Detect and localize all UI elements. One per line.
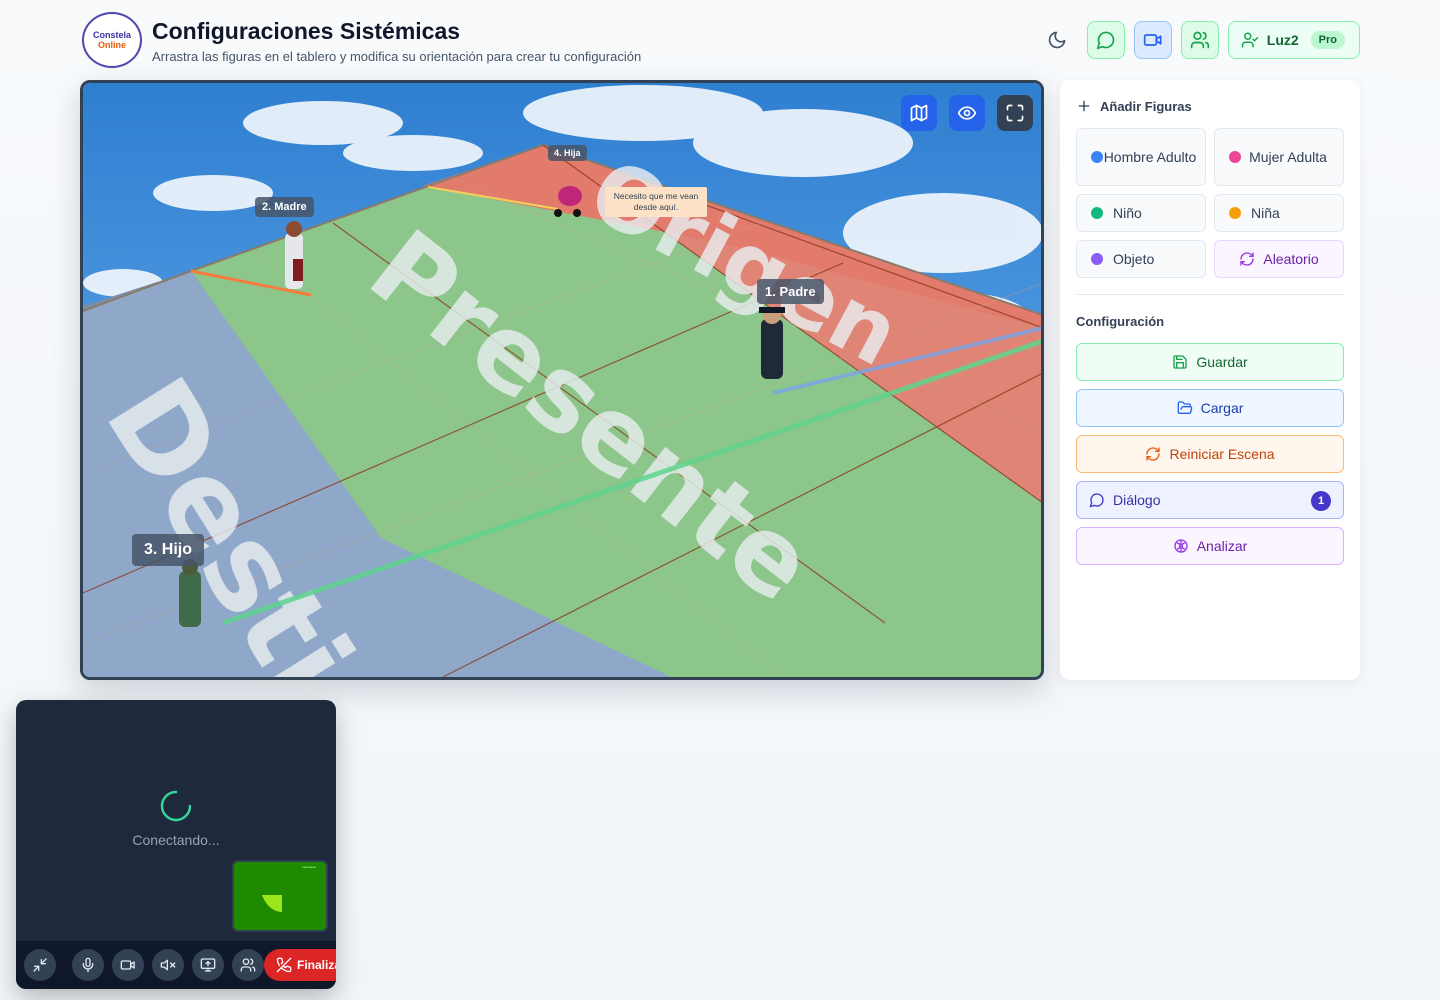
scene-canvas: Origen Presente Destino [83, 83, 1041, 677]
configuration-heading: Configuración [1076, 314, 1164, 329]
page-title: Configuraciones Sistémicas [152, 18, 461, 44]
figure-label-padre: 1. Padre [757, 279, 824, 304]
end-call-label: Finalizar [297, 958, 336, 972]
add-figures-title: Añadir Figuras [1100, 98, 1192, 114]
analyze-label: Analizar [1196, 538, 1248, 554]
user-menu-button[interactable]: Luz2 Pro [1227, 21, 1360, 59]
call-controls-bar: Finalizar [16, 941, 336, 989]
add-nina-button[interactable]: Niña [1214, 194, 1344, 232]
participants-button[interactable] [1180, 21, 1219, 59]
figure-label: Niña [1251, 205, 1280, 221]
minimize-call-button[interactable] [24, 949, 56, 981]
figure-label-hijo: 3. Hijo [132, 534, 205, 566]
random-figure-button[interactable]: Aleatorio [1214, 240, 1344, 278]
figure-label: Objeto [1113, 251, 1155, 267]
call-participants-button[interactable] [232, 949, 264, 981]
dialog-button[interactable]: Diálogo 1 [1076, 481, 1344, 519]
self-view-overlay: •••••••• [301, 865, 316, 871]
figure-label: Niño [1113, 205, 1142, 221]
video-call-widget: Conectando... •••••••• Finalizar [16, 700, 336, 989]
add-objeto-button[interactable]: Objeto [1076, 240, 1206, 278]
dark-mode-toggle[interactable] [1044, 27, 1070, 53]
refresh-icon [1240, 252, 1255, 266]
figure-label-hija: 4. Hija [548, 145, 587, 161]
green-dot-icon [1091, 207, 1103, 219]
self-view-video[interactable]: •••••••• [232, 860, 328, 932]
figure-label: Hombre Adulto [1103, 149, 1197, 165]
fullscreen-button[interactable] [997, 95, 1033, 131]
microphone-button[interactable] [72, 949, 104, 981]
video-camera-icon [120, 960, 135, 970]
phone-off-icon [276, 957, 292, 973]
load-button[interactable]: Cargar [1076, 389, 1344, 427]
eye-icon [957, 106, 977, 120]
header-actions: Luz2 Pro [1044, 21, 1360, 59]
save-button[interactable]: Guardar [1076, 343, 1344, 381]
app-header: Constela Online Configuraciones Sistémic… [80, 12, 1360, 70]
moon-icon [1048, 31, 1066, 49]
dialog-label: Diálogo [1113, 492, 1161, 508]
call-status: Conectando... [132, 832, 220, 848]
configuration-title: Configuración [1076, 314, 1165, 329]
video-call-button[interactable] [1133, 21, 1172, 59]
user-name: Luz2 [1266, 32, 1299, 48]
user-check-icon [1241, 32, 1259, 48]
brain-icon [1174, 539, 1188, 553]
app-logo[interactable]: Constela Online [82, 12, 142, 68]
reset-label: Reiniciar Escena [1169, 446, 1275, 462]
camera-button[interactable] [112, 949, 144, 981]
plan-badge: Pro [1310, 31, 1345, 49]
users-icon [1190, 31, 1209, 49]
add-hombre-adulto-button[interactable]: Hombre Adulto [1076, 128, 1206, 186]
speech-bubble: Necesito que me vean desde aquí. [605, 187, 707, 217]
scene-viewport[interactable]: Origen Presente Destino 1. Padre 2. Madr… [80, 80, 1044, 680]
page-subtitle: Arrastra las figuras en el tablero y mod… [152, 49, 642, 64]
save-icon [1173, 355, 1187, 369]
reset-scene-button[interactable]: Reiniciar Escena [1076, 435, 1344, 473]
screen-share-button[interactable] [192, 949, 224, 981]
microphone-icon [82, 957, 94, 973]
pink-dot-icon [1229, 151, 1241, 163]
refresh-icon [1146, 447, 1161, 461]
orange-dot-icon [1229, 207, 1241, 219]
end-call-button[interactable]: Finalizar [264, 949, 336, 981]
users-icon [240, 958, 256, 972]
speaker-mute-button[interactable] [152, 949, 184, 981]
section-divider [1076, 294, 1344, 295]
plus-icon [1078, 100, 1090, 112]
screen-share-icon [200, 958, 216, 972]
folder-open-icon [1177, 401, 1192, 415]
analyze-button[interactable]: Analizar [1076, 527, 1344, 565]
map-icon [910, 104, 928, 122]
figure-label-madre: 2. Madre [255, 197, 314, 217]
tools-panel: Añadir Figuras Hombre Adulto Mujer Adult… [1060, 80, 1360, 680]
speaker-muted-icon [160, 959, 176, 971]
figure-label: Mujer Adulta [1249, 149, 1327, 165]
add-mujer-adulta-button[interactable]: Mujer Adulta [1214, 128, 1344, 186]
video-camera-icon [1143, 34, 1162, 46]
visibility-button[interactable] [949, 95, 985, 131]
chat-icon [1089, 493, 1104, 508]
self-view-shape [262, 895, 282, 912]
chat-button[interactable] [1086, 21, 1125, 59]
add-figures-heading: Añadir Figuras [1076, 98, 1192, 114]
logo-text-bottom: Online [97, 40, 126, 50]
map-view-button[interactable] [901, 95, 937, 131]
random-label: Aleatorio [1263, 251, 1319, 267]
logo-text-top: Constela [92, 30, 131, 40]
blue-dot-icon [1091, 151, 1103, 163]
loading-spinner-icon [160, 790, 192, 822]
add-nino-button[interactable]: Niño [1076, 194, 1206, 232]
chat-icon [1096, 31, 1115, 50]
figure-madre[interactable] [285, 221, 303, 289]
save-label: Guardar [1196, 354, 1248, 370]
dialog-count-badge: 1 [1311, 491, 1331, 511]
fullscreen-icon [1006, 104, 1024, 122]
minimize-icon [33, 958, 47, 972]
load-label: Cargar [1200, 400, 1244, 416]
purple-dot-icon [1091, 253, 1103, 265]
